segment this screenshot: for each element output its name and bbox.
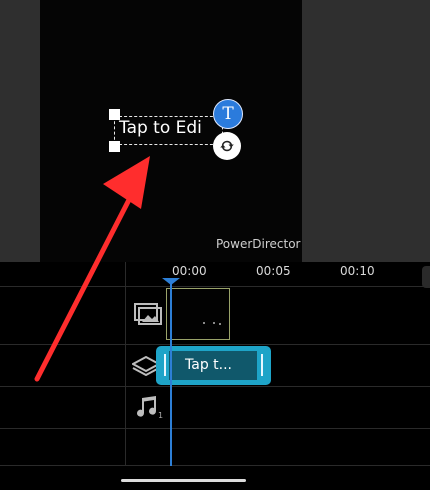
annotation-arrow — [34, 156, 150, 382]
annotation-arrow-shaft — [34, 187, 137, 382]
